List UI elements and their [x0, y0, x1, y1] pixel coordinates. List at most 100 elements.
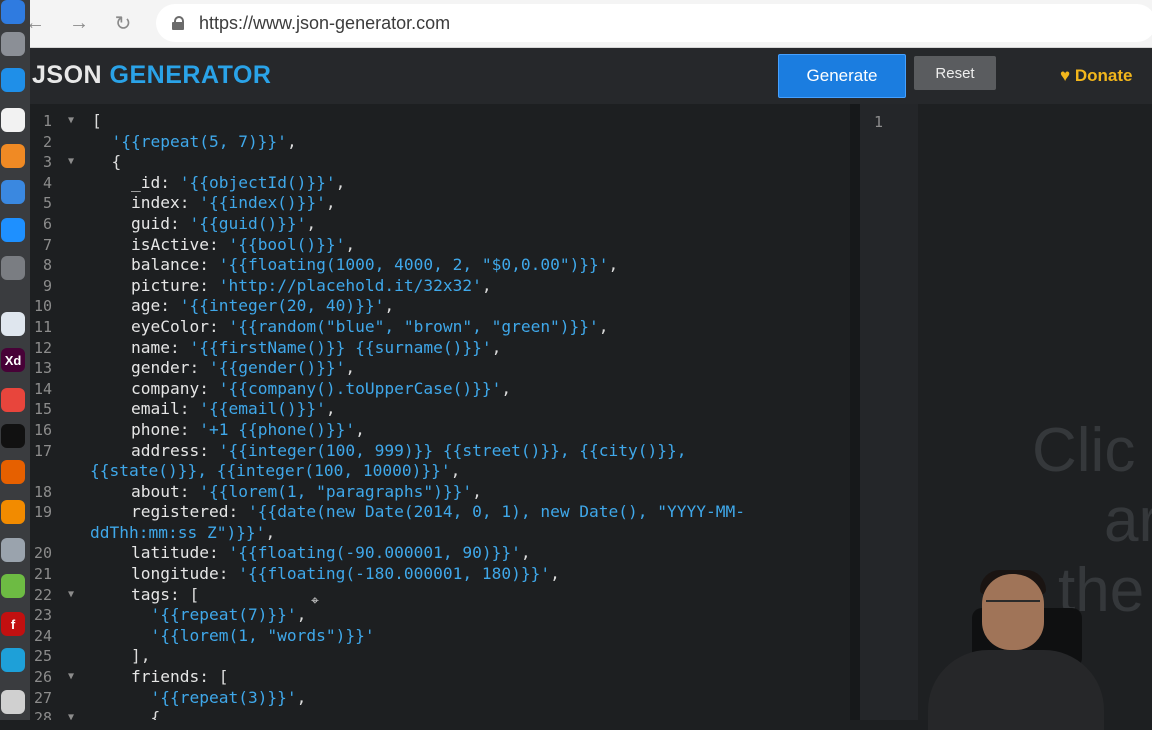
code-line[interactable]: 4 _id: '{{objectId()}}', [30, 173, 830, 194]
vlc-icon[interactable] [1, 500, 25, 524]
key-token: _id [130, 172, 161, 192]
system-preferences-icon[interactable] [1, 256, 25, 280]
punctuation-token: , [491, 337, 502, 357]
line-number: 11 [33, 317, 52, 336]
code-line[interactable]: 20 latitude: '{{floating(-90.000001, 90)… [30, 543, 830, 564]
fold-arrow-icon[interactable]: ▼ [68, 111, 74, 132]
code-line[interactable]: 27 '{{repeat(3)}}', [30, 688, 830, 709]
fold-arrow-icon[interactable]: ▼ [68, 708, 74, 720]
address-bar[interactable]: https://www.json-generator.com [156, 4, 1152, 42]
code-line[interactable]: 2 '{{repeat(5, 7)}}', [30, 132, 830, 153]
punctuation-token: : [208, 543, 229, 563]
chrome-icon[interactable] [1, 388, 25, 412]
key-token: index [130, 193, 180, 213]
key-token: balance [130, 255, 200, 275]
code-line[interactable]: 21 longitude: '{{floating(-180.000001, 1… [30, 564, 830, 585]
code-line[interactable]: {{state()}}, {{integer(100, 10000)}}', [30, 461, 830, 482]
app-store-icon[interactable] [1, 218, 25, 242]
code-line[interactable]: 13 gender: '{{gender()}}', [30, 358, 830, 379]
punctuation-token: , [550, 564, 560, 584]
code-line[interactable]: 22 ▼ tags: [ [30, 585, 830, 606]
punctuation-token [92, 132, 112, 151]
fold-arrow-icon[interactable]: ▼ [68, 667, 74, 688]
code-line[interactable]: 25 ], [30, 646, 830, 667]
line-text: phone: '+1 {{phone()}}', [92, 420, 365, 441]
fold-arrow-icon[interactable]: ▼ [68, 152, 74, 173]
punctuation-token [92, 626, 150, 645]
code-line[interactable]: 14 company: '{{company().toUpperCase()}}… [30, 379, 830, 400]
code-line[interactable]: 28 ▼ { [30, 708, 830, 720]
code-line[interactable]: 24 '{{lorem(1, "words")}}' [30, 626, 830, 647]
adobe-xd-icon[interactable]: Xd [1, 348, 25, 372]
camtasia-icon[interactable] [1, 574, 25, 598]
generate-button[interactable]: Generate [778, 54, 906, 98]
code-area[interactable]: 1 ▼[2 '{{repeat(5, 7)}}', 3 ▼ {4 _id: '{{ob… [30, 111, 830, 720]
donate-link[interactable]: ♥ Donate [1060, 66, 1132, 86]
safari-compass-icon[interactable] [1, 68, 25, 92]
preview-label [1, 312, 25, 336]
safari-compass-label [1, 68, 25, 92]
line-text: about: '{{lorem(1, "paragraphs")}}', [92, 482, 482, 503]
punctuation-token: : [ [169, 584, 200, 604]
launchpad-label [1, 32, 25, 56]
code-line[interactable]: 10 age: '{{integer(20, 40)}}', [30, 296, 830, 317]
punctuation-token [92, 296, 131, 315]
string-token: '{{repeat(3)}}' [150, 687, 297, 707]
line-text: age: '{{integer(20, 40)}}', [92, 296, 394, 317]
line-text: company: '{{company().toUpperCase()}}', [92, 379, 511, 400]
code-line[interactable]: 6 guid: '{{guid()}}', [30, 214, 830, 235]
punctuation-token: : [199, 378, 219, 398]
output-line-number: 1 [874, 113, 884, 131]
notes-icon[interactable] [1, 108, 25, 132]
disk-utility-icon[interactable] [1, 538, 25, 562]
url-text[interactable]: https://www.json-generator.com [199, 13, 450, 34]
code-line[interactable]: 15 email: '{{email()}}', [30, 399, 830, 420]
code-line[interactable]: 12 name: '{{firstName()}} {{surname()}}'… [30, 338, 830, 359]
finder-icon[interactable] [1, 690, 25, 714]
preview-icon[interactable] [1, 312, 25, 336]
safari-icon[interactable] [1, 0, 25, 24]
code-line[interactable]: 26 ▼ friends: [ [30, 667, 830, 688]
code-line[interactable]: 11 eyeColor: '{{random("blue", "brown", … [30, 317, 830, 338]
code-line[interactable]: 5 index: '{{index()}}', [30, 193, 830, 214]
flash-icon[interactable]: f [1, 612, 25, 636]
line-text: { [92, 152, 121, 173]
code-line[interactable]: 16 phone: '+1 {{phone()}}', [30, 420, 830, 441]
terminal-icon[interactable] [1, 424, 25, 448]
pages-icon[interactable] [1, 144, 25, 168]
code-line[interactable]: 18 about: '{{lorem(1, "paragraphs")}}', [30, 482, 830, 503]
line-text: latitude: '{{floating(-90.000001, 90)}}'… [92, 543, 531, 564]
code-line[interactable]: 1 ▼ [ [30, 111, 830, 132]
punctuation-token: , [325, 193, 336, 213]
punctuation-token [92, 585, 131, 604]
code-line[interactable]: 3 ▼ { [30, 152, 830, 173]
dock: Xd f [0, 0, 30, 720]
code-line[interactable]: 23 '{{repeat(7)}}', [30, 605, 830, 626]
code-line[interactable]: 7 isActive: '{{bool()}}', [30, 235, 830, 256]
fold-arrow-icon[interactable]: ▼ [68, 585, 74, 606]
line-text: registered: '{{date(new Date(2014, 0, 1)… [92, 502, 745, 523]
finder-label [1, 690, 25, 714]
line-text: longitude: '{{floating(-180.000001, 180)… [92, 564, 560, 585]
adobe-xd-label: Xd [4, 352, 22, 368]
code-line[interactable]: 8 balance: '{{floating(1000, 4000, 2, "$… [30, 255, 830, 276]
reset-button[interactable]: Reset [914, 56, 996, 90]
pane-divider[interactable] [850, 104, 860, 720]
launchpad-icon[interactable] [1, 32, 25, 56]
line-number: 25 [33, 647, 52, 666]
reload-icon[interactable]: ↻ [108, 8, 138, 38]
line-number: 18 [33, 482, 52, 501]
template-editor[interactable]: 1 ▼[2 '{{repeat(5, 7)}}', 3 ▼ {4 _id: '{{ob… [30, 104, 850, 720]
code-line[interactable]: 9 picture: 'http://placehold.it/32x32', [30, 276, 830, 297]
line-number: 19 [33, 503, 52, 522]
keynote-icon[interactable] [1, 180, 25, 204]
punctuation-token [92, 688, 150, 707]
forward-arrow-icon[interactable]: → [64, 8, 94, 38]
code-line[interactable]: 17 address: '{{integer(100, 999)}} {{str… [30, 441, 830, 462]
code-line[interactable]: 19 registered: '{{date(new Date(2014, 0,… [30, 502, 830, 523]
code-line[interactable]: ddThh:mm:ss Z")}}', [30, 523, 830, 544]
firefox-icon[interactable] [1, 460, 25, 484]
browser-icon[interactable] [1, 648, 25, 672]
line-text: guid: '{{guid()}}', [92, 214, 316, 235]
line-text: eyeColor: '{{random("blue", "brown", "gr… [92, 317, 609, 338]
